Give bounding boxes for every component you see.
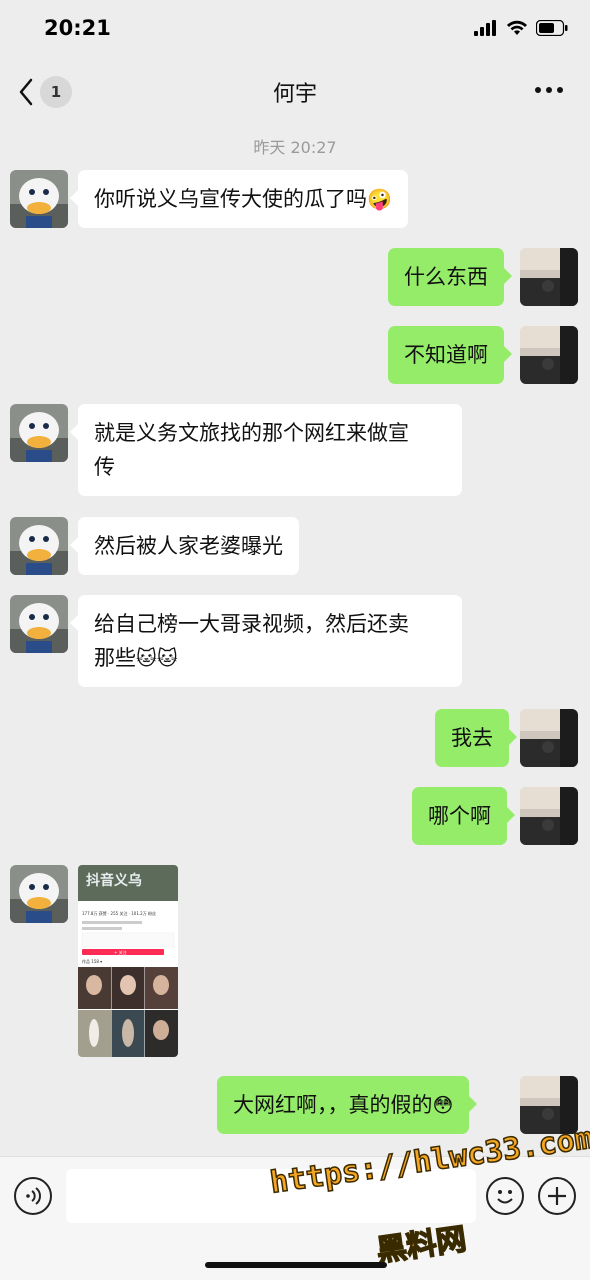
message-bubble-outgoing[interactable]: 什么东西 [388,248,512,306]
more-icon [535,87,563,93]
watermark: https://hlwc33.com 黑料网 [267,1120,590,1270]
message-bubble-outgoing[interactable]: 我去 [435,709,517,767]
contact-avatar[interactable] [10,865,68,923]
wifi-icon [507,20,527,35]
message-bubble-outgoing[interactable]: 不知道啊 [388,326,512,384]
status-icons [474,20,568,36]
zany-face-emoji: 🤪 [367,187,392,211]
donald-duck-avatar-icon [10,517,68,575]
message-text: 不知道啊 [404,343,488,367]
status-bar: 20:21 [0,0,590,60]
chat-timestamp: 昨天 20:27 [253,138,337,157]
home-indicator[interactable] [205,1262,387,1268]
self-avatar[interactable] [520,248,578,306]
sunset-avatar-icon [520,709,578,767]
sunset-avatar-icon [520,248,578,306]
message-text: 大网红啊，，真的假的 [233,1093,433,1117]
message-text-line: 就是义务文旅找的那个网红来做宣 [94,421,409,445]
message-bubble-incoming[interactable]: 给自己榜一大哥录视频，然后还卖 那些🐱🐱 [70,595,462,687]
profile-screenshot-image: 抖音义乌 177.8万 获赞 · 255 关注 · 101.2万 粉丝 + 关注… [78,865,178,1057]
follow-button-text: + 关注 [114,949,127,955]
message-text-line: 传 [94,455,115,479]
image-message-thumbnail[interactable]: 抖音义乌 177.8万 获赞 · 255 关注 · 101.2万 粉丝 + 关注… [78,865,178,1057]
message-text-line: 那些 [94,646,136,670]
cat-face-emoji: 🐱🐱 [136,646,178,670]
status-time: 20:21 [44,16,111,40]
profile-title-text: 抖音义乌 [86,872,142,889]
message-bubble-incoming[interactable]: 你听说义乌宣传大使的瓜了吗🤪 [70,170,408,228]
message-text: 哪个啊 [428,804,491,828]
signal-icon [474,20,496,36]
message-bubble-incoming[interactable]: 然后被人家老婆曝光 [70,517,299,575]
battery-icon [536,20,568,36]
donald-duck-avatar-icon [10,170,68,228]
self-avatar[interactable] [520,326,578,384]
flushed-face-emoji: 😳 [432,1093,454,1117]
more-button[interactable] [534,78,564,102]
message-bubble-outgoing[interactable]: 哪个啊 [412,787,515,845]
contact-avatar[interactable] [10,517,68,575]
donald-duck-avatar-icon [10,595,68,653]
self-avatar[interactable] [520,709,578,767]
chat-title: 何宇 [272,82,317,107]
message-text-line: 给自己榜一大哥录视频，然后还卖 [94,612,409,636]
works-tab-text: 作品 158 ▾ [82,958,102,964]
donald-duck-avatar-icon [10,865,68,923]
nav-bar: 1 何宇 [0,60,590,122]
sunset-avatar-icon [520,787,578,845]
message-bubble-incoming[interactable]: 就是义务文旅找的那个网红来做宣 传 [70,404,462,496]
message-text: 你听说义乌宣传大使的瓜了吗 [94,187,367,211]
message-text: 我去 [451,726,493,750]
self-avatar[interactable] [520,787,578,845]
profile-stats-text: 177.8万 获赞 · 255 关注 · 101.2万 粉丝 [82,910,156,916]
contact-avatar[interactable] [10,404,68,462]
message-bubble-outgoing[interactable]: 大网红啊，，真的假的😳 [217,1076,478,1134]
sunset-avatar-icon [520,326,578,384]
voice-button[interactable] [14,1177,52,1215]
contact-avatar[interactable] [10,170,68,228]
voice-icon [26,1187,41,1205]
message-text: 然后被人家老婆曝光 [94,534,283,558]
message-text: 什么东西 [404,265,488,289]
watermark-text: 黑料网 [374,1221,469,1270]
contact-avatar[interactable] [10,595,68,653]
donald-duck-avatar-icon [10,404,68,462]
